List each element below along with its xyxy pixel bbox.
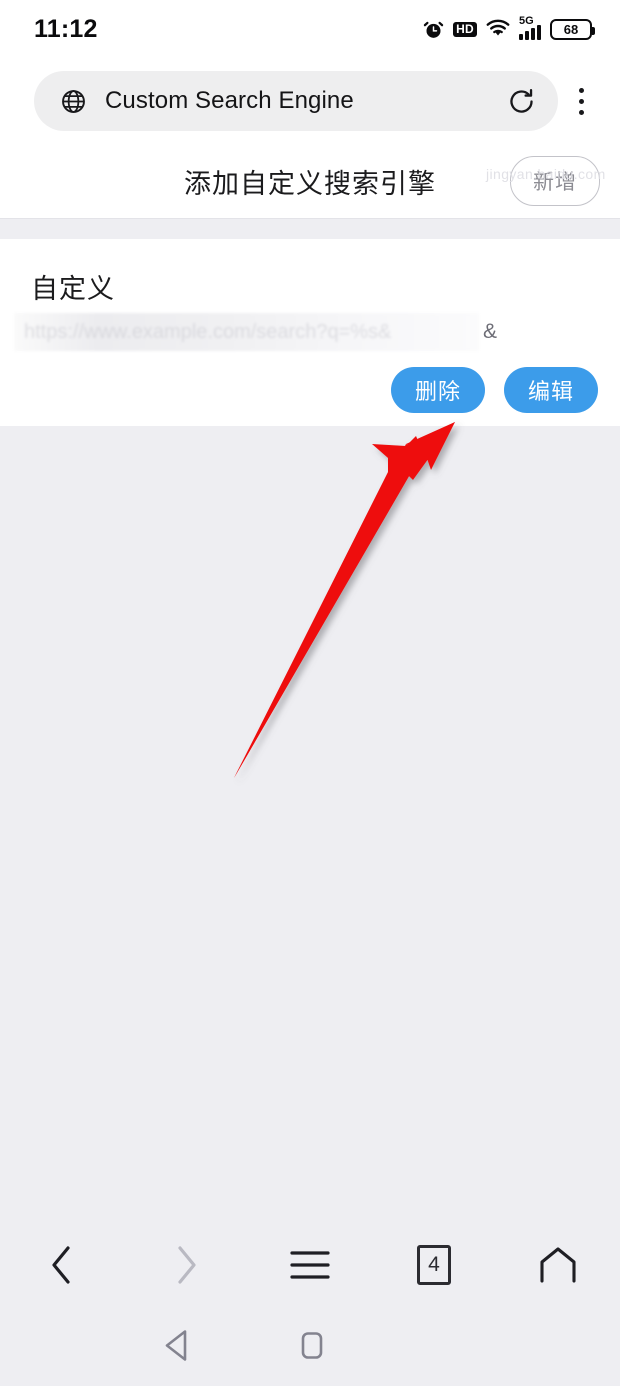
- status-icons: HD 5G 68: [423, 15, 595, 40]
- network-type-label: 5G: [519, 15, 534, 27]
- phone-screen: 11:12 HD 5G 68 Custom Search Engine 添加自定…: [0, 0, 620, 1386]
- engine-url-redacted: https://www.example.com/search?q=%s&: [14, 313, 479, 351]
- android-home-icon: [301, 1332, 323, 1359]
- status-bar: 11:12 HD 5G 68: [0, 0, 620, 58]
- page-title: 添加自定义搜索引擎: [184, 168, 436, 199]
- header-gap: [0, 219, 620, 239]
- watermark-top: jingyan.baidu.com: [486, 166, 606, 182]
- tab-count-badge: 4: [417, 1245, 451, 1285]
- toolbar-home-button[interactable]: [518, 1235, 598, 1295]
- engine-url-visible-tail: &: [483, 320, 498, 343]
- edit-button[interactable]: 编辑: [503, 367, 598, 413]
- url-input[interactable]: Custom Search Engine: [34, 71, 558, 131]
- signal-bar-1: [519, 34, 523, 40]
- signal-bar-2: [525, 31, 529, 40]
- back-icon: [52, 1246, 70, 1284]
- signal-5g-icon: 5G: [519, 15, 541, 40]
- android-back-icon: [165, 1330, 187, 1361]
- annotation-arrow: [234, 422, 455, 778]
- wifi-icon: [486, 19, 510, 36]
- toolbar-menu-button[interactable]: [270, 1235, 350, 1295]
- status-clock: 11:12: [34, 14, 98, 43]
- android-back-button[interactable]: [160, 1328, 194, 1369]
- toolbar-tabs-button[interactable]: 4: [394, 1235, 474, 1295]
- browser-toolbar: 4: [0, 1220, 620, 1310]
- reload-icon[interactable]: [507, 87, 536, 116]
- toolbar-back-button[interactable]: [22, 1235, 102, 1295]
- hamburger-menu-icon: [290, 1251, 330, 1279]
- signal-bar-4: [537, 25, 541, 40]
- more-vertical-icon[interactable]: [558, 87, 604, 115]
- custom-engine-card: 自定义 https://www.example.com/search?q=%s&…: [0, 239, 620, 426]
- url-text: Custom Search Engine: [105, 87, 354, 114]
- signal-bar-3: [531, 28, 535, 40]
- home-icon: [540, 1247, 576, 1283]
- engine-url-row: https://www.example.com/search?q=%s& &: [0, 311, 620, 353]
- alarm-clock-icon: [423, 21, 444, 38]
- browser-address-bar: Custom Search Engine: [0, 58, 620, 144]
- globe-icon: [62, 89, 85, 113]
- forward-icon: [178, 1246, 196, 1284]
- hd-icon: HD: [453, 21, 477, 37]
- toolbar-forward-button[interactable]: [146, 1235, 226, 1295]
- battery-icon: 68: [550, 18, 595, 40]
- android-home-button[interactable]: [295, 1328, 329, 1369]
- android-nav-bar: [0, 1310, 620, 1386]
- battery-level-label: 68: [563, 21, 579, 37]
- section-label: 自定义: [31, 274, 115, 304]
